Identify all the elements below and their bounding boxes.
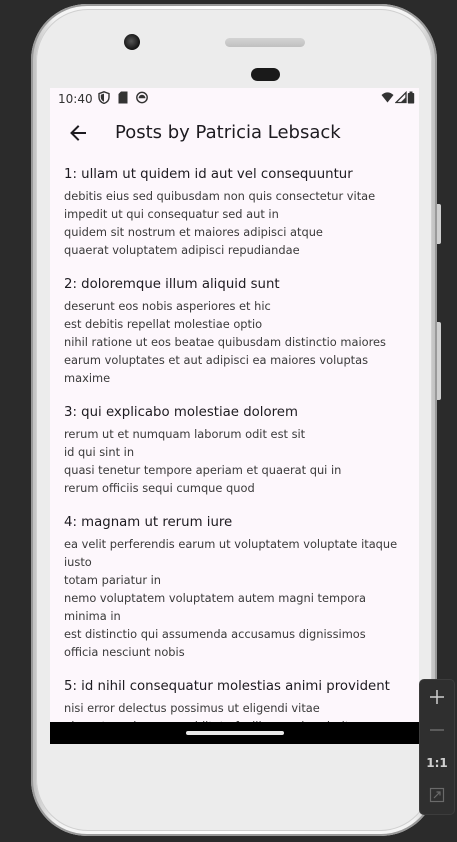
post-title: 1: ullam ut quidem id aut vel consequunt… <box>64 167 353 182</box>
fit-screen-button[interactable] <box>420 780 454 810</box>
post-title: 5: id nihil consequatur molestias animi … <box>64 679 390 694</box>
post-body: debitis eius sed quibusdam non quis cons… <box>64 189 376 257</box>
volume-button <box>437 204 441 244</box>
emulator-toolbar: 1:1 <box>420 680 454 814</box>
arrow-left-icon <box>70 125 86 141</box>
zoom-out-button[interactable] <box>420 715 454 745</box>
front-camera <box>124 34 140 50</box>
post-item[interactable]: 3: qui explicabo molestiae dolorem rerum… <box>64 404 409 497</box>
post-body: rerum ut et numquam laborum odit est sit… <box>64 427 342 495</box>
post-body: ea velit perferendis earum ut voluptatem… <box>64 537 398 659</box>
battery-icon <box>407 91 415 104</box>
shield-icon <box>98 91 110 104</box>
android-icon <box>136 91 148 104</box>
post-title: 2: doloremque illum aliquid sunt <box>64 277 280 292</box>
post-item[interactable]: 4: magnam ut rerum iure ea velit perfere… <box>64 514 409 661</box>
app-screen: 10:40 Posts by Patricia Lebsack 1: ullam… <box>50 88 419 744</box>
post-item[interactable]: 1: ullam ut quidem id aut vel consequunt… <box>64 166 409 259</box>
navigation-bar <box>50 722 419 744</box>
post-body: deserunt eos nobis asperiores et hic est… <box>64 299 386 385</box>
fit-screen-icon <box>429 787 445 803</box>
back-button[interactable] <box>60 115 96 151</box>
proximity-sensor <box>251 68 280 81</box>
wifi-icon <box>381 92 394 103</box>
zoom-in-button[interactable] <box>420 682 454 712</box>
status-bar: 10:40 <box>50 88 419 110</box>
posts-list: 1: ullam ut quidem id aut vel consequunt… <box>64 166 409 744</box>
plus-icon <box>430 690 444 704</box>
sd-card-icon <box>118 91 128 104</box>
post-title: 3: qui explicabo molestiae dolorem <box>64 405 298 420</box>
signal-icon <box>395 91 407 104</box>
power-button <box>437 322 441 400</box>
home-gesture-handle[interactable] <box>186 731 284 735</box>
earpiece-speaker <box>225 38 305 47</box>
actual-size-button[interactable]: 1:1 <box>420 748 454 778</box>
status-time: 10:40 <box>58 92 93 106</box>
post-item[interactable]: 2: doloremque illum aliquid sunt deserun… <box>64 276 409 387</box>
app-bar: Posts by Patricia Lebsack <box>50 110 419 156</box>
minus-icon <box>430 729 444 731</box>
post-title: 4: magnam ut rerum iure <box>64 515 233 530</box>
page-title: Posts by Patricia Lebsack <box>115 122 341 143</box>
actual-size-label: 1:1 <box>426 756 448 770</box>
